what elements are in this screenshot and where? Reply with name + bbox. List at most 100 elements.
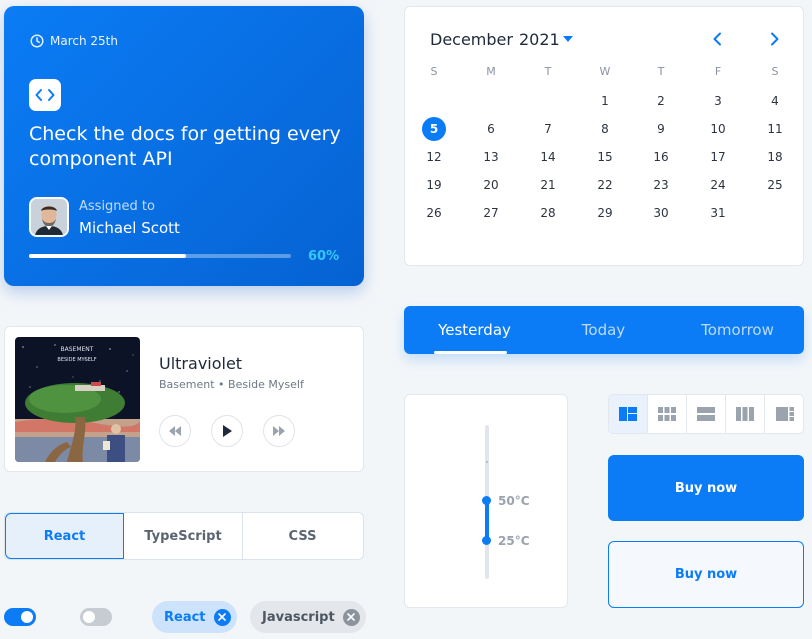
tab-today[interactable]: Today (537, 306, 670, 354)
view-dashboard-button[interactable] (609, 395, 648, 433)
calendar-day[interactable]: 6 (471, 122, 511, 136)
calendar-day[interactable]: 2 (641, 94, 681, 108)
calendar-day[interactable]: 27 (471, 206, 511, 220)
chip-react[interactable]: React (152, 601, 237, 633)
view-rows-button[interactable] (687, 395, 726, 433)
segment-typescript[interactable]: TypeScript (124, 513, 243, 559)
chip-javascript[interactable]: Javascript (250, 601, 366, 633)
chevron-left-icon (713, 32, 721, 46)
segment-react[interactable]: React (5, 513, 124, 559)
view-grid-button[interactable] (648, 395, 687, 433)
calendar-day[interactable]: 9 (641, 122, 681, 136)
previous-month-button[interactable] (707, 29, 727, 49)
slider-max-label: 50°C (498, 494, 530, 508)
toggle-knob (21, 611, 33, 623)
calendar-day[interactable]: 11 (755, 122, 795, 136)
toggle-off[interactable] (80, 608, 112, 626)
weekday-header: S (771, 65, 779, 78)
calendar-day-selected[interactable]: 5 (414, 117, 454, 141)
fast-forward-icon (273, 426, 285, 436)
weekday-header: S (430, 65, 438, 78)
slider-thumb-max[interactable] (482, 496, 491, 505)
calendar-day[interactable]: 31 (698, 206, 738, 220)
day-tabs: Yesterday Today Tomorrow (404, 306, 804, 354)
caret-down-icon[interactable] (563, 36, 573, 42)
calendar-day[interactable]: 14 (528, 150, 568, 164)
calendar-day[interactable]: 16 (641, 150, 681, 164)
tab-yesterday[interactable]: Yesterday (408, 306, 541, 354)
chip-label: React (164, 609, 206, 625)
task-date: March 25th (30, 34, 118, 48)
chip-label: Javascript (262, 609, 335, 625)
weekday-header: T (544, 65, 552, 78)
calendar-day[interactable]: 18 (755, 150, 795, 164)
play-button[interactable] (211, 415, 243, 447)
slider-thumb-min[interactable] (482, 536, 491, 545)
calendar-day[interactable]: 12 (414, 150, 454, 164)
calendar-day[interactable]: 4 (755, 94, 795, 108)
calendar-day[interactable]: 20 (471, 178, 511, 192)
calendar-day[interactable]: 30 (641, 206, 681, 220)
calendar-day[interactable]: 13 (471, 150, 511, 164)
calendar-day[interactable]: 7 (528, 122, 568, 136)
calendar-day[interactable]: 24 (698, 178, 738, 192)
columns-icon (736, 407, 754, 421)
code-icon (29, 79, 61, 111)
assignee-name: Michael Scott (79, 219, 180, 237)
language-segmented-control: React TypeScript CSS (4, 512, 364, 560)
calendar-day[interactable]: 29 (585, 206, 625, 220)
calendar-day[interactable]: 23 (641, 178, 681, 192)
close-icon[interactable] (213, 608, 231, 626)
calendar-day[interactable]: 19 (414, 178, 454, 192)
assigned-label: Assigned to (79, 199, 155, 214)
avatar (29, 197, 69, 237)
chevron-right-icon (771, 32, 779, 46)
music-player: BASEMENT BESIDE MYSELF Ultraviolet Basem… (4, 326, 364, 472)
buy-now-button-outline[interactable]: Buy now (608, 541, 804, 608)
sidebar-layout-icon (775, 407, 794, 421)
view-columns-button[interactable] (726, 395, 765, 433)
slider-min-label: 25°C (498, 534, 530, 548)
album-cover: BASEMENT BESIDE MYSELF (15, 337, 140, 462)
weekday-header: T (657, 65, 665, 78)
calendar: December 2021 S M T W T F S 1 2 3 4 5 6 7 8 9 10 11 12 13 14… (404, 6, 804, 266)
calendar-day[interactable]: 22 (585, 178, 625, 192)
calendar-month: December (430, 30, 513, 49)
album-text-1: BASEMENT (61, 346, 94, 353)
weekday-header: F (714, 65, 722, 78)
rows-icon (697, 407, 715, 421)
calendar-day[interactable]: 21 (528, 178, 568, 192)
toggle-on[interactable] (4, 608, 36, 626)
task-title: Check the docs for getting every compone… (29, 123, 341, 170)
rewind-button[interactable] (159, 415, 191, 447)
calendar-day[interactable]: 26 (414, 206, 454, 220)
clock-icon (30, 34, 44, 48)
rewind-icon (169, 426, 181, 436)
close-icon[interactable] (342, 608, 360, 626)
calendar-day[interactable]: 15 (585, 150, 625, 164)
calendar-year: 2021 (518, 30, 560, 49)
calendar-day[interactable]: 3 (698, 94, 738, 108)
task-progress-fill (29, 254, 187, 258)
calendar-day[interactable]: 1 (585, 94, 625, 108)
task-date-text: March 25th (50, 34, 118, 48)
segment-css[interactable]: CSS (243, 513, 362, 559)
album-text-2: BESIDE MYSELF (57, 357, 96, 363)
fast-forward-button[interactable] (263, 415, 295, 447)
toggle-knob (83, 611, 95, 623)
selected-day-marker: 5 (422, 117, 446, 141)
calendar-day[interactable]: 17 (698, 150, 738, 164)
song-title: Ultraviolet (159, 354, 243, 373)
buy-now-button-primary[interactable]: Buy now (608, 455, 804, 521)
next-month-button[interactable] (765, 29, 785, 49)
dashboard-icon (619, 407, 637, 421)
tab-tomorrow[interactable]: Tomorrow (671, 306, 804, 354)
calendar-day[interactable]: 10 (698, 122, 738, 136)
view-sidebar-button[interactable] (765, 395, 803, 433)
temperature-slider: 50°C 25°C (404, 394, 568, 608)
calendar-month-select[interactable]: December 2021 (430, 30, 560, 49)
calendar-day[interactable]: 25 (755, 178, 795, 192)
calendar-day[interactable]: 8 (585, 122, 625, 136)
calendar-day[interactable]: 28 (528, 206, 568, 220)
song-artist-album: Basement • Beside Myself (159, 378, 304, 391)
